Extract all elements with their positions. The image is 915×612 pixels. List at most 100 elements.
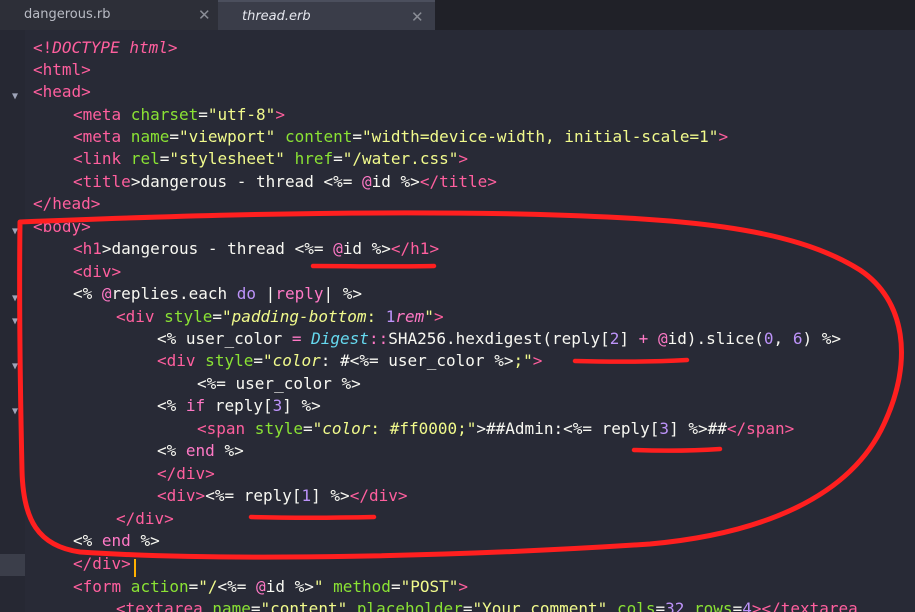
string: " bbox=[221, 307, 232, 326]
punctuation: = bbox=[188, 577, 199, 596]
sigil: @ bbox=[362, 172, 372, 191]
tag-bracket: > bbox=[164, 509, 174, 528]
ivar: id bbox=[371, 172, 391, 191]
attribute: cols bbox=[607, 599, 656, 612]
fold-arrow-icon[interactable]: ▼ bbox=[9, 91, 21, 102]
code-line: <%= user_color %> bbox=[197, 373, 361, 395]
string: "Your comment" bbox=[472, 599, 608, 612]
tag-bracket: > bbox=[195, 486, 206, 505]
code-line: <html> bbox=[33, 59, 91, 81]
variable: user_color bbox=[388, 351, 495, 370]
code-line: <% if reply[3] %> bbox=[157, 395, 321, 417]
string: "stylesheet" bbox=[169, 149, 285, 168]
tag-bracket: < bbox=[197, 419, 207, 438]
tag-name: div bbox=[125, 307, 155, 326]
punctuation: ] bbox=[282, 396, 302, 415]
keyword: if bbox=[185, 396, 215, 415]
fold-arrow-icon[interactable]: ▼ bbox=[9, 293, 21, 304]
pipe: | bbox=[256, 284, 276, 303]
erb-close: %> bbox=[130, 531, 160, 550]
tag-bracket: > bbox=[487, 172, 497, 191]
tag-name: head bbox=[42, 82, 82, 101]
punctuation: = bbox=[302, 419, 313, 438]
code-line: <title>dangerous - thread <%= @id %></ti… bbox=[73, 171, 497, 193]
punctuation: = bbox=[352, 127, 363, 146]
code-line: <link rel="stylesheet" href="/water.css"… bbox=[73, 148, 468, 170]
ivar: id bbox=[265, 577, 295, 596]
sigil: @ bbox=[657, 329, 668, 348]
string: " bbox=[424, 307, 434, 326]
fold-arrow-icon[interactable]: ▼ bbox=[9, 406, 21, 417]
erb-open: <%= bbox=[294, 239, 334, 258]
tag-name: div bbox=[166, 486, 196, 505]
sigil: @ bbox=[101, 284, 112, 303]
code-line: </head> bbox=[33, 193, 100, 215]
tag-bracket: </ bbox=[73, 554, 93, 573]
erb-close: %> bbox=[341, 374, 361, 393]
operator: :: bbox=[368, 329, 389, 348]
tab-dangerous-rb[interactable]: dangerous.rb ✕ bbox=[0, 0, 218, 30]
text: >##Admin: bbox=[476, 419, 564, 438]
erb-close: %> bbox=[688, 419, 708, 438]
attribute: rel bbox=[121, 149, 160, 168]
punctuation: ] bbox=[619, 329, 639, 348]
number: 3 bbox=[272, 396, 283, 415]
tag-bracket: </ bbox=[419, 172, 440, 191]
code-line: <h1>dangerous - thread <%= @id %></h1> bbox=[73, 238, 439, 260]
punctuation: = bbox=[732, 599, 743, 612]
close-icon[interactable]: ✕ bbox=[198, 0, 211, 30]
punctuation: = bbox=[390, 577, 401, 596]
code-line: </div> bbox=[73, 553, 131, 575]
tag-bracket: > bbox=[81, 217, 91, 236]
erb-open: <% bbox=[157, 441, 186, 460]
keyword: end bbox=[185, 441, 225, 460]
tag-bracket: < bbox=[73, 127, 83, 146]
string: " bbox=[312, 419, 323, 438]
fold-arrow-icon[interactable]: ▼ bbox=[9, 316, 21, 327]
variable: reply[ bbox=[601, 419, 660, 438]
tag-name: link bbox=[82, 149, 122, 168]
erb-open: <% bbox=[157, 329, 186, 348]
code-line: <div style="padding-bottom: 1rem"> bbox=[116, 306, 444, 328]
close-icon[interactable]: ✕ bbox=[411, 2, 424, 32]
fold-arrow-icon[interactable]: ▼ bbox=[9, 226, 21, 237]
punctuation: = bbox=[253, 351, 263, 370]
sigil: @ bbox=[333, 239, 343, 258]
tag-name: meta bbox=[82, 127, 122, 146]
tag-bracket: < bbox=[73, 262, 83, 281]
tag-bracket: > bbox=[121, 554, 131, 573]
tag-name: meta bbox=[82, 105, 122, 124]
tag-bracket: > bbox=[718, 127, 729, 146]
tag-name: div bbox=[166, 351, 196, 370]
code-editor[interactable]: ▼ ▼ ▼ ▼ ▼ ▼ <!DOCTYPE html> <html> <head… bbox=[0, 30, 915, 612]
punctuation: = bbox=[655, 599, 666, 612]
punctuation: = bbox=[462, 599, 473, 612]
attribute: content bbox=[275, 127, 353, 146]
css-colon: : bbox=[366, 307, 386, 326]
tag-bracket: < bbox=[73, 172, 83, 191]
punctuation: , bbox=[773, 329, 793, 348]
punctuation: = bbox=[198, 105, 208, 124]
tag-bracket: > bbox=[81, 60, 91, 79]
tab-thread-erb[interactable]: thread.erb ✕ bbox=[218, 0, 435, 30]
tag-bracket: > bbox=[111, 262, 122, 281]
tag-name: div bbox=[92, 554, 122, 573]
code-line: </div> bbox=[157, 463, 215, 485]
punctuation: ] bbox=[669, 419, 689, 438]
string: "utf-8" bbox=[207, 105, 276, 124]
erb-close: %> bbox=[330, 486, 350, 505]
string: "content" bbox=[260, 599, 348, 612]
tag-bracket: > bbox=[532, 351, 543, 370]
erb-open: <%= bbox=[197, 374, 236, 393]
attribute: action bbox=[121, 577, 189, 596]
method-call: SHA256.hexdigest( bbox=[388, 329, 552, 348]
number: 4 bbox=[742, 599, 752, 612]
tag-bracket: > bbox=[458, 149, 468, 168]
code-line: </div> bbox=[116, 508, 174, 530]
attribute: href bbox=[284, 149, 334, 168]
erb-close: %> bbox=[224, 441, 244, 460]
erb-close: %> bbox=[362, 239, 391, 258]
css-property: padding-bottom bbox=[231, 307, 367, 326]
fold-arrow-icon[interactable]: ▼ bbox=[9, 361, 21, 372]
code-line: <% end %> bbox=[73, 530, 160, 552]
